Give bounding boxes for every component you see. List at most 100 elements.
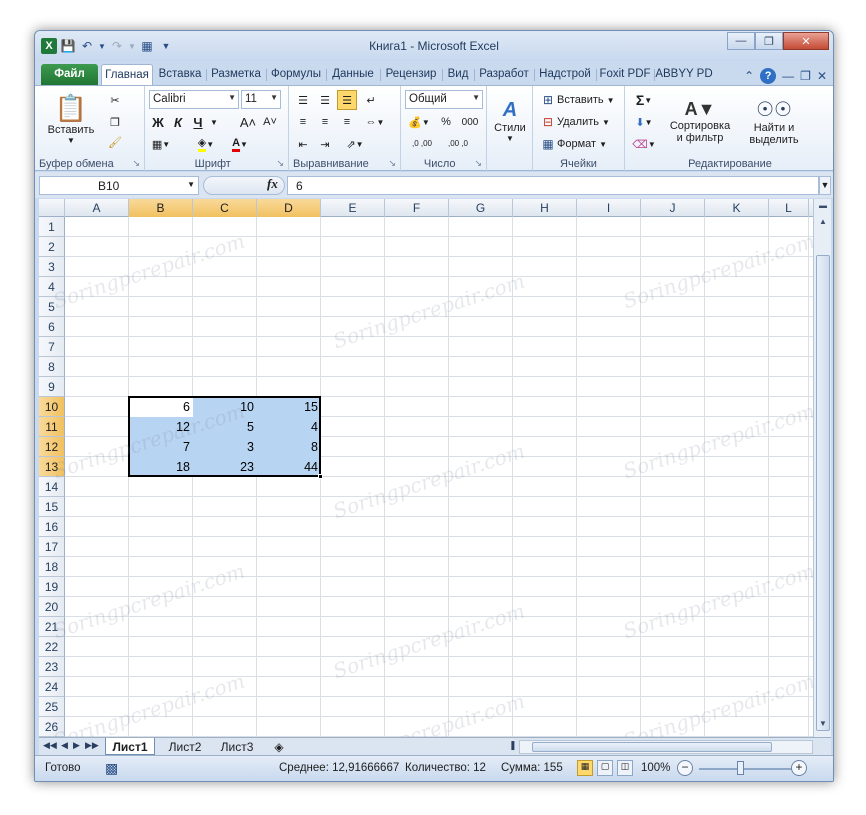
font-name-combo[interactable]: Calibri ▼: [149, 90, 239, 109]
tab-view[interactable]: Вид: [443, 64, 473, 85]
cut-button[interactable]: ✂: [105, 90, 125, 110]
tab-addins[interactable]: Надстрой: [535, 64, 595, 85]
zoom-in-button[interactable]: +: [791, 760, 807, 776]
zoom-slider-track[interactable]: [699, 768, 799, 770]
scroll-down-button[interactable]: ▼: [816, 719, 830, 733]
close-button[interactable]: ✕: [783, 32, 829, 50]
merge-center-button[interactable]: ⇔ ▼: [361, 112, 389, 132]
format-cells-button[interactable]: ▦ Формат ▼: [539, 134, 623, 154]
macro-record-icon[interactable]: ▩: [105, 760, 118, 777]
zoom-out-button[interactable]: −: [677, 760, 693, 776]
align-right-button[interactable]: ≡: [337, 112, 357, 132]
split-box-icon[interactable]: ▬: [816, 201, 830, 215]
font-size-combo[interactable]: 11 ▼: [241, 90, 281, 109]
status-sum[interactable]: Сумма: 155: [501, 762, 563, 774]
minimize-button[interactable]: —: [727, 32, 755, 50]
font-color-button[interactable]: A ▼: [225, 134, 255, 154]
page-break-view-button[interactable]: ◫: [617, 760, 633, 776]
tab-review[interactable]: Рецензир: [381, 64, 441, 85]
increase-decimal-button[interactable]: ,0 ,00: [405, 134, 439, 154]
number-format-combo[interactable]: Общий ▼: [405, 90, 483, 109]
tab-abbyy-pdf[interactable]: ABBYY PD: [655, 64, 713, 85]
tab-data[interactable]: Данные: [327, 64, 379, 85]
scroll-up-button[interactable]: ▲: [816, 217, 830, 231]
copy-button[interactable]: ❐: [105, 112, 125, 132]
delete-cells-button[interactable]: ⊟ Удалить ▼: [539, 112, 623, 132]
expand-formula-bar-button[interactable]: ▼: [819, 176, 831, 195]
bold-button[interactable]: Ж: [149, 112, 167, 132]
dialog-launcher-icon[interactable]: ↘: [388, 158, 396, 170]
paste-dropdown-icon: ▼: [67, 136, 75, 145]
increase-indent-button[interactable]: ⇥: [315, 134, 335, 154]
vertical-scroll-thumb[interactable]: [816, 255, 830, 731]
worksheet-grid[interactable]: ABCDEFGHIJKL 1 2 3 4 5 6 7 8 9 10 11 12 13 14 15 16 17 18…: [39, 199, 813, 737]
align-top-button[interactable]: ☰: [293, 90, 313, 110]
zoom-level[interactable]: 100%: [641, 762, 670, 774]
insert-sheet-icon[interactable]: ◈: [267, 738, 291, 755]
styles-button[interactable]: A Стили ▼: [489, 90, 531, 152]
decrease-indent-button[interactable]: ⇤: [293, 134, 313, 154]
decrease-decimal-button[interactable]: ,00 ,0: [441, 134, 475, 154]
formula-input[interactable]: 6: [287, 176, 819, 195]
tab-formulas[interactable]: Формулы: [267, 64, 325, 85]
doc-close-icon[interactable]: ✕: [817, 69, 827, 83]
tab-home[interactable]: Главная: [101, 64, 153, 85]
comma-style-button[interactable]: 000: [457, 112, 483, 132]
status-count[interactable]: Количество: 12: [405, 762, 486, 774]
tab-file[interactable]: Файл: [41, 64, 98, 85]
sheet-tab-2[interactable]: Лист2: [161, 738, 209, 755]
name-box[interactable]: B10 ▼: [39, 176, 199, 195]
tab-developer[interactable]: Разработ: [475, 64, 533, 85]
format-painter-button[interactable]: 🖌: [105, 132, 125, 152]
vertical-scrollbar[interactable]: ▬ ▲ ▼: [813, 199, 831, 737]
restore-button[interactable]: ❐: [755, 32, 783, 50]
dialog-launcher-icon[interactable]: ↘: [474, 158, 482, 170]
fill-handle[interactable]: [318, 474, 323, 479]
autosum-button[interactable]: Σ ▼: [629, 90, 659, 110]
sort-filter-button[interactable]: A▼ Сортировка и фильтр: [661, 88, 739, 154]
tab-insert[interactable]: Вставка: [155, 64, 205, 85]
fill-button[interactable]: ⬇ ▼: [629, 112, 659, 132]
accounting-format-button[interactable]: 💰 ▼: [405, 112, 433, 132]
last-sheet-button[interactable]: ▶▶: [85, 740, 99, 751]
insert-cells-button[interactable]: ⊞ Вставить ▼: [539, 90, 623, 110]
page-layout-view-button[interactable]: ▢: [597, 760, 613, 776]
dialog-launcher-icon[interactable]: ↘: [132, 158, 140, 170]
align-center-button[interactable]: ≡: [315, 112, 335, 132]
minimize-ribbon-icon[interactable]: ⌃: [744, 69, 754, 83]
decrease-font-button[interactable]: A˅: [261, 112, 279, 132]
percent-button[interactable]: %: [437, 112, 455, 132]
increase-font-button[interactable]: A˄: [239, 112, 257, 132]
normal-view-button[interactable]: ▦: [577, 760, 593, 776]
align-middle-button[interactable]: ☰: [315, 90, 335, 110]
borders-button[interactable]: ▦ ▼: [149, 134, 173, 154]
align-left-button[interactable]: ≡: [293, 112, 313, 132]
fill-color-button[interactable]: ◈ ▼: [191, 134, 221, 154]
next-sheet-button[interactable]: ▶: [73, 740, 80, 751]
prev-sheet-button[interactable]: ◀: [61, 740, 68, 751]
horizontal-scrollbar[interactable]: [519, 740, 813, 754]
clear-button[interactable]: ⌫ ▼: [629, 134, 659, 154]
italic-button[interactable]: К: [169, 112, 187, 132]
sheet-tab-1[interactable]: Лист1: [105, 738, 155, 755]
sheet-tab-3[interactable]: Лист3: [213, 738, 261, 755]
doc-minimize-icon[interactable]: —: [782, 69, 794, 83]
zoom-slider-knob[interactable]: [737, 761, 744, 775]
orientation-button[interactable]: ⇗ ▼: [341, 134, 369, 154]
tab-foxit-pdf[interactable]: Foxit PDF: [597, 64, 653, 85]
paste-button[interactable]: 📋 Вставить ▼: [41, 88, 101, 150]
doc-restore-icon[interactable]: ❐: [800, 69, 811, 83]
status-average[interactable]: Среднее: 12,91666667: [279, 762, 399, 774]
wrap-text-button[interactable]: ↵: [361, 90, 381, 110]
tab-split-handle[interactable]: ❚: [509, 740, 517, 751]
dialog-launcher-icon[interactable]: ↘: [276, 158, 284, 170]
tab-page-layout[interactable]: Разметка: [207, 64, 265, 85]
first-sheet-button[interactable]: ◀◀: [43, 740, 57, 751]
underline-button[interactable]: Ч: [189, 112, 207, 132]
help-icon[interactable]: ?: [760, 68, 777, 84]
find-select-button[interactable]: ☉☉ Найти и выделить: [739, 88, 809, 154]
insert-function-button[interactable]: fx: [267, 176, 278, 192]
align-bottom-button[interactable]: ☰: [337, 90, 357, 110]
underline-dropdown[interactable]: ▼: [209, 112, 219, 132]
horizontal-scroll-thumb[interactable]: [532, 742, 772, 752]
